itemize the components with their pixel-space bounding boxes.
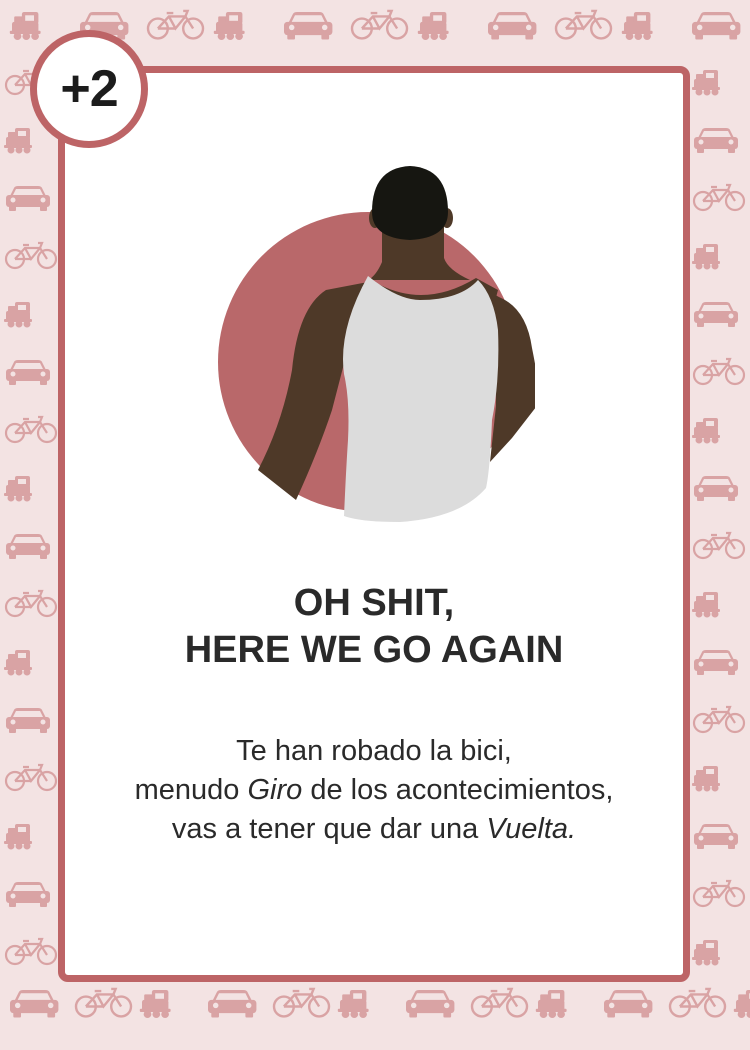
car-icon [694,650,738,675]
train-icon [692,244,720,270]
train-icon [417,12,449,41]
description-line-2: menudo Giro de los acontecimientos, [58,771,690,810]
bicycle-icon [692,705,746,734]
train-icon [733,990,750,1019]
car-icon [694,128,738,153]
train-icon [692,940,720,966]
train-icon [4,302,32,328]
bicycle-icon [4,241,58,270]
train-icon [139,990,171,1019]
car-icon [10,990,59,1018]
points-value: +2 [60,60,118,118]
car-icon [604,990,653,1018]
car-icon [692,12,741,40]
points-badge: +2 [30,30,148,148]
bicycle-icon [74,987,133,1018]
description-italic-giro: Giro [247,774,303,806]
car-icon [6,708,50,733]
train-icon [692,766,720,792]
bicycle-icon [692,183,746,212]
car-icon [6,534,50,559]
train-icon [4,476,32,502]
train-icon [9,12,41,41]
train-icon [621,12,653,41]
car-icon [284,12,333,40]
card-title-line-2: HERE WE GO AGAIN [184,629,564,671]
train-icon [692,70,720,96]
bicycle-icon [692,531,746,560]
description-line-3-start: vas a tener que dar una [171,813,487,845]
man-in-tank-top-illustration [218,166,535,522]
description-line-2-start: menudo [134,774,248,806]
car-icon [208,990,257,1018]
card-title: OH SHIT, HERE WE GO AGAIN [58,580,690,674]
bicycle-icon [4,763,58,792]
car-icon [488,12,537,40]
bicycle-icon [272,987,331,1018]
car-icon [694,302,738,327]
car-icon [6,186,50,211]
train-icon [337,990,369,1019]
bicycle-icon [470,987,529,1018]
description-line-3: vas a tener que dar una Vuelta. [58,810,690,849]
bicycle-icon [668,987,727,1018]
train-icon [4,128,32,154]
car-icon [694,824,738,849]
card-description: Te han robado la bici, menudo Giro de lo… [58,732,690,849]
train-icon [692,418,720,444]
bicycle-icon [554,9,613,40]
train-icon [535,990,567,1019]
bicycle-icon [692,879,746,908]
car-icon [6,360,50,385]
train-icon [692,592,720,618]
car-icon [694,476,738,501]
bicycle-icon [4,589,58,618]
train-icon [4,650,32,676]
bicycle-icon [692,357,746,386]
train-icon [4,824,32,850]
description-line-2-end: de los acontecimientos, [302,774,614,806]
bicycle-icon [350,9,409,40]
card-title-line-1: OH SHIT, [293,582,455,624]
description-italic-vuelta: Vuelta. [486,813,577,845]
bicycle-icon [146,9,205,40]
bicycle-icon [4,415,58,444]
bicycle-icon [4,937,58,966]
train-icon [213,12,245,41]
car-icon [6,882,50,907]
car-icon [406,990,455,1018]
description-line-1: Te han robado la bici, [236,735,512,767]
